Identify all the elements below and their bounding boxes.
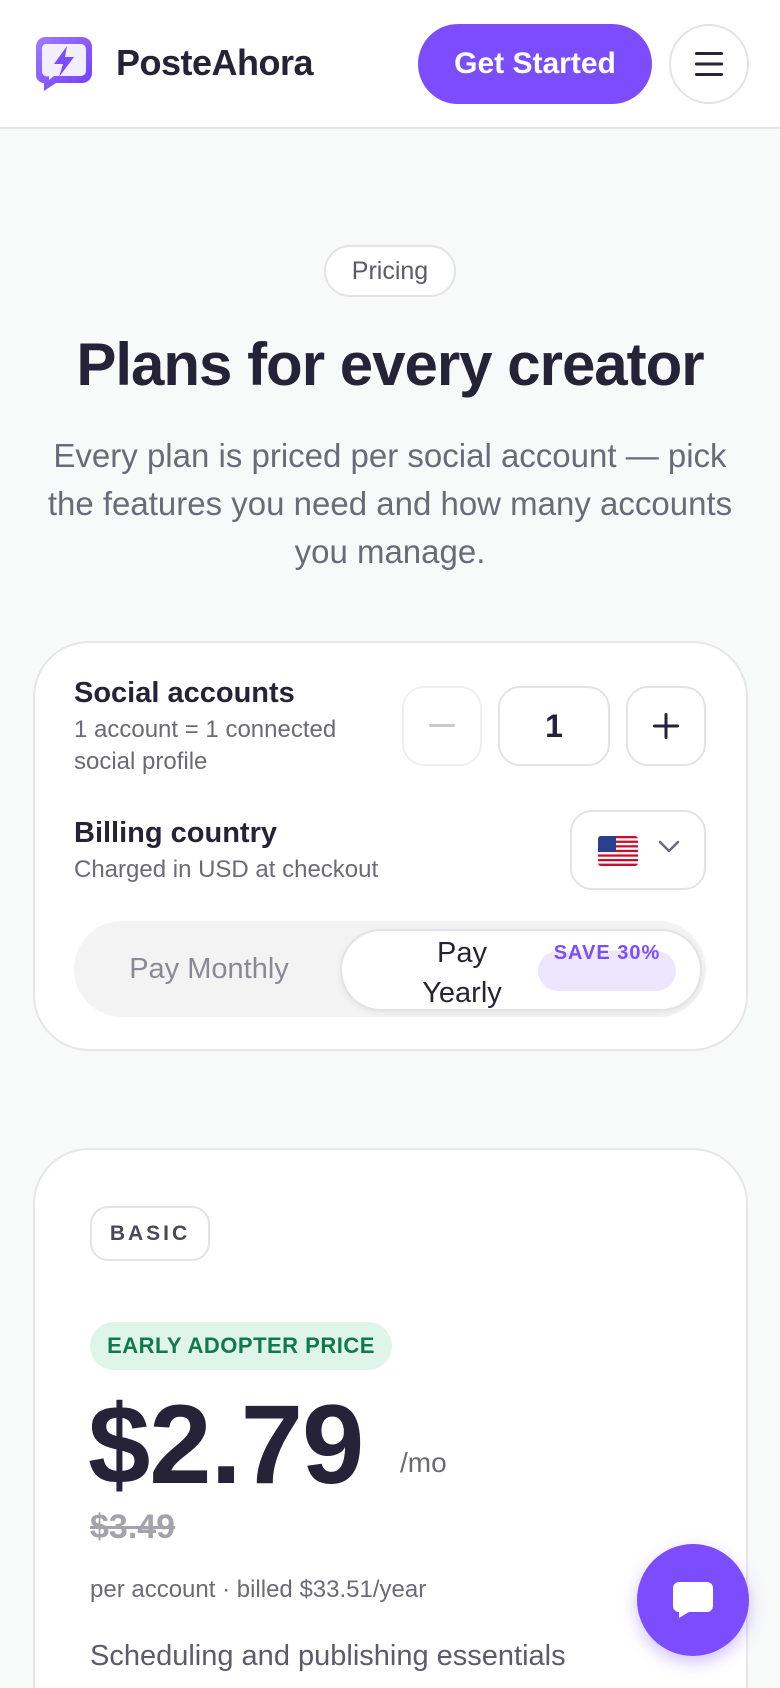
page-title: Plans for every creator: [76, 331, 704, 398]
page-subtitle: Every plan is priced per social account …: [47, 437, 733, 570]
pay-yearly-label: Pay Yearly: [422, 937, 502, 1009]
chevron-down-icon: [658, 840, 680, 853]
pay-monthly-option[interactable]: Pay Monthly: [74, 921, 344, 1017]
plus-icon: [653, 713, 679, 739]
lightning-chat-icon[interactable]: [34, 33, 94, 93]
old-price: $3.49: [90, 1508, 176, 1546]
plan-description: Scheduling and publishing essentials: [90, 1640, 566, 1672]
early-adopter-badge: EARLY ADOPTER PRICE: [90, 1322, 392, 1370]
us-flag-icon: [598, 836, 638, 866]
chat-button[interactable]: [637, 1544, 749, 1656]
plan-name-tag: BASIC: [90, 1206, 210, 1261]
brand-name[interactable]: PosteAhora: [116, 42, 314, 84]
social-accounts-label: Social accounts: [74, 677, 295, 709]
social-accounts-help: 1 account = 1 connected social profile: [74, 716, 337, 775]
price-period: /mo: [400, 1447, 447, 1478]
hamburger-menu-icon: [695, 52, 723, 76]
decrease-accounts-button[interactable]: [402, 686, 482, 766]
billing-country-help: Charged in USD at checkout: [74, 856, 379, 883]
get-started-button[interactable]: Get Started: [418, 24, 652, 104]
site-header: PosteAhora Get Started: [0, 0, 780, 129]
country-select[interactable]: [570, 810, 706, 890]
save-badge-text: SAVE 30%: [553, 942, 661, 964]
billing-country-label: Billing country: [74, 817, 277, 849]
pricing-pill: Pricing: [324, 245, 456, 297]
pay-yearly-option[interactable]: Pay Yearly SAVE 30%: [340, 929, 702, 1011]
plan-price: $2.79: [88, 1382, 364, 1507]
billing-note: per account · billed $33.51/year: [90, 1576, 427, 1603]
billing-period-toggle: Pay Monthly Pay Yearly SAVE 30%: [74, 921, 706, 1017]
menu-button[interactable]: [669, 24, 749, 104]
minus-icon: [429, 724, 455, 727]
increase-accounts-button[interactable]: [626, 686, 706, 766]
accounts-count-input[interactable]: 1: [498, 686, 610, 766]
chat-bubble-icon: [673, 1582, 713, 1618]
